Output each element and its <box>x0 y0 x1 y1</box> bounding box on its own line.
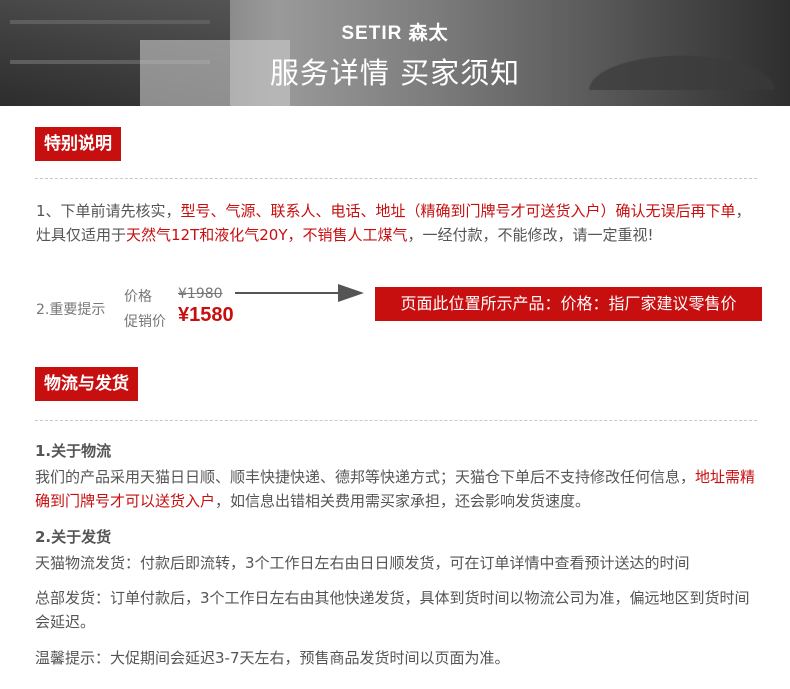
divider <box>35 178 757 179</box>
promo-price: ¥1580 <box>178 304 234 326</box>
item1-red-text-1: 型号、气源、联系人、电话、地址（精确到门牌号才可送货入户）确认无误后再下单 <box>180 202 736 220</box>
page-title: 服务详情 买家须知 <box>269 56 521 90</box>
original-price: ¥1980 <box>178 286 223 302</box>
header-banner: SETIR 森太 服务详情 买家须知 <box>0 0 790 106</box>
important-tip-label: 2.重要提示 <box>36 302 106 318</box>
shipping-tmall: 天猫物流发货：付款后即流转，3个工作日左右由日日顺发货，可在订单详情中查看预计送… <box>35 554 690 572</box>
price-label: 价格 <box>124 289 152 305</box>
section-heading-logistics: 物流与发货 <box>35 367 138 401</box>
sub-heading-logistics: 1.关于物流 <box>35 442 112 460</box>
logistics-text-a: 我们的产品采用天猫日日顺、顺丰快捷快递、德邦等快递方式；天猫仓下单后不支持修改任… <box>35 468 696 486</box>
sub-heading-shipping: 2.关于发货 <box>35 528 112 546</box>
section-heading-special: 特别说明 <box>35 127 121 161</box>
arrow-line <box>235 292 345 294</box>
promo-price-label: 促销价 <box>124 314 166 330</box>
notice-item-1: 1、下单前请先核实，型号、气源、联系人、电话、地址（精确到门牌号才可送货入户）确… <box>36 199 758 247</box>
logistics-text-b: ，如信息出错相关费用需买家承担，还会影响发货速度。 <box>215 492 591 510</box>
arrow-right-icon <box>338 284 364 302</box>
price-notice-box: 页面此位置所示产品：价格：指厂家建议零售价 <box>375 287 762 321</box>
item1-suffix: ，一经付款，不能修改，请一定重视! <box>407 226 654 244</box>
item1-prefix: 1、下单前请先核实， <box>36 202 181 220</box>
shipping-hq: 总部发货：订单付款后，3个工作日左右由其他快递发货，具体到货时间以物流公司为准，… <box>35 589 750 631</box>
logistics-description: 我们的产品采用天猫日日顺、顺丰快捷快递、德邦等快递方式；天猫仓下单后不支持修改任… <box>35 465 760 513</box>
shipping-tip: 温馨提示：大促期间会延迟3-7天左右，预售商品发货时间以页面为准。 <box>35 649 510 667</box>
divider <box>35 420 757 421</box>
item1-red-text-2: 天然气12T和液化气20Y，不销售人工煤气 <box>126 226 408 244</box>
brand-logo: SETIR 森太 <box>341 23 449 44</box>
